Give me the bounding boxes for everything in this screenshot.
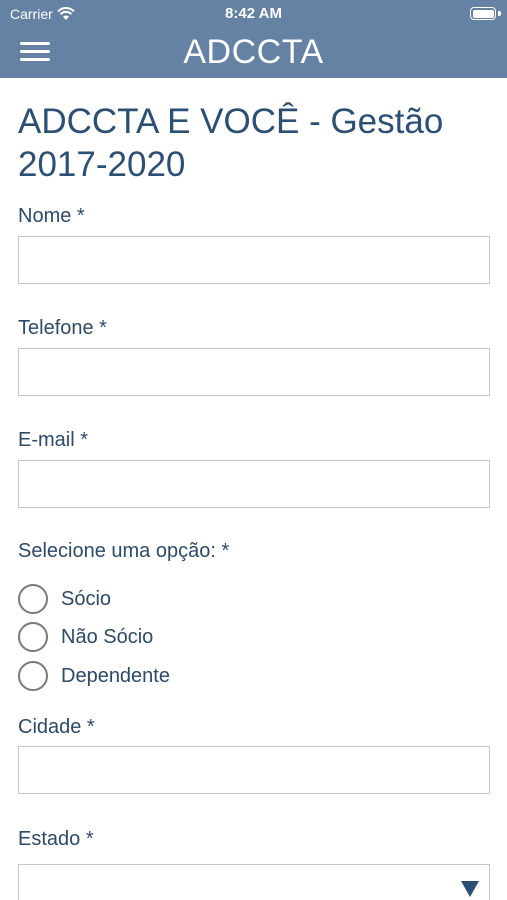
battery-tip [498, 11, 501, 16]
page-title: ADCCTA E VOCÊ - Gestão 2017-2020 [18, 102, 444, 184]
telefone-input[interactable] [18, 348, 490, 396]
dropdown-arrow-icon[interactable] [461, 881, 479, 897]
cidade-label: Cidade * [18, 716, 95, 738]
radio-label-nao-socio: Não Sócio [61, 625, 154, 648]
radio-socio[interactable]: Sócio [18, 583, 111, 615]
estado-label: Estado * [18, 828, 94, 850]
radio-circle-icon[interactable] [18, 584, 48, 614]
option-label: Selecione uma opção: * [18, 540, 230, 562]
radio-label-dependente: Dependente [61, 664, 170, 687]
radio-circle-icon[interactable] [18, 622, 48, 652]
telefone-label: Telefone * [18, 317, 107, 339]
app-header: Carrier 8:42 AM ADCCTA [0, 0, 507, 78]
status-time: 8:42 AM [225, 5, 282, 22]
radio-nao-socio[interactable]: Não Sócio [18, 621, 153, 653]
radio-label-socio: Sócio [61, 587, 112, 610]
email-label: E-mail * [18, 429, 89, 451]
app-title: ADCCTA [183, 33, 324, 71]
battery-icon [470, 7, 496, 20]
cidade-input[interactable] [18, 746, 490, 794]
radio-circle-icon[interactable] [18, 661, 48, 691]
status-bar: Carrier 8:42 AM [0, 0, 507, 28]
radio-dependente[interactable]: Dependente [18, 660, 170, 692]
email-input[interactable] [18, 460, 490, 508]
nome-label: Nome * [18, 205, 85, 227]
form-heading-container: ADCCTA E VOCÊ - Gestão 2017-2020 [18, 100, 490, 186]
nome-input[interactable] [18, 236, 490, 284]
estado-select[interactable] [18, 864, 490, 900]
